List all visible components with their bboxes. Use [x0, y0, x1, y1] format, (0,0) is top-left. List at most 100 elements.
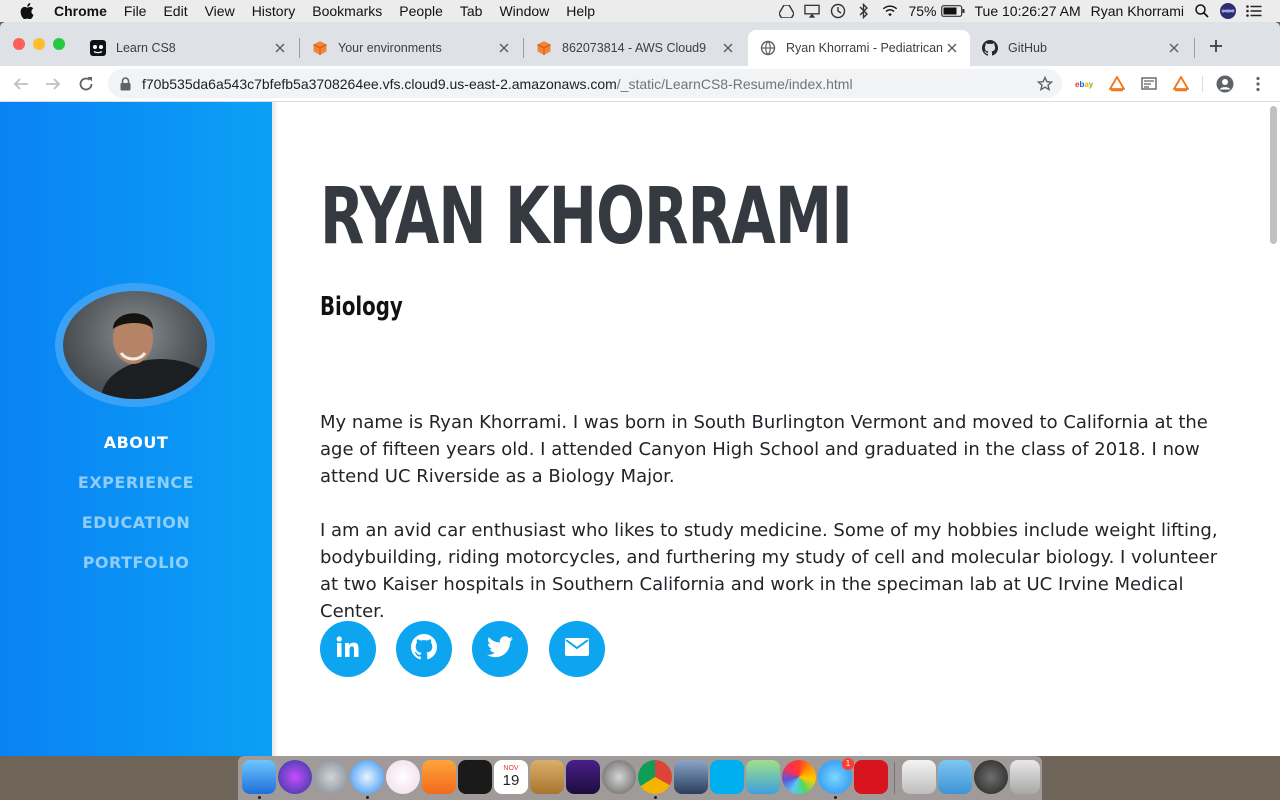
profile-photo: [63, 291, 207, 399]
reload-button[interactable]: [75, 73, 97, 95]
tab-ryan-khorrami[interactable]: Ryan Khorrami - Pediatrican: [748, 30, 970, 66]
airplay-icon[interactable]: [804, 3, 821, 19]
address-bar[interactable]: f70b535da6a543c7bfefb5a3708264ee.vfs.clo…: [108, 69, 1062, 98]
tab-title: Ryan Khorrami - Pediatrican: [786, 41, 944, 55]
menu-history[interactable]: History: [252, 3, 296, 19]
zoom-window-button[interactable]: [53, 38, 65, 50]
siri-icon[interactable]: [1220, 3, 1236, 19]
new-tab-button[interactable]: [1206, 36, 1226, 56]
ebay-extension-icon[interactable]: ebay: [1075, 74, 1095, 94]
notes-icon[interactable]: [530, 760, 564, 794]
lock-icon[interactable]: [120, 76, 134, 91]
preview-icon[interactable]: [902, 760, 936, 794]
forward-button[interactable]: [42, 73, 64, 95]
close-icon[interactable]: [944, 40, 960, 56]
minimize-window-button[interactable]: [33, 38, 45, 50]
menu-tab[interactable]: Tab: [460, 3, 483, 19]
close-icon[interactable]: [496, 40, 512, 56]
nav-about[interactable]: ABOUT: [0, 433, 272, 452]
honey-icon[interactable]: [1171, 74, 1191, 94]
reader-icon[interactable]: [1139, 74, 1159, 94]
close-icon[interactable]: [720, 40, 736, 56]
scrollbar[interactable]: [1265, 102, 1280, 756]
tab-aws-cloud9[interactable]: 862073814 - AWS Cloud9: [524, 30, 746, 66]
imovie-icon[interactable]: [566, 760, 600, 794]
safari-icon[interactable]: [350, 760, 384, 794]
menubar-clock[interactable]: Tue 10:26:27 AM: [975, 3, 1081, 19]
itunes-icon[interactable]: [386, 760, 420, 794]
launchpad-icon[interactable]: [314, 760, 348, 794]
twitter-button[interactable]: [472, 621, 528, 677]
messages-badge: 1: [842, 758, 854, 770]
skype-icon[interactable]: [710, 760, 744, 794]
globe-icon: [760, 40, 776, 56]
nav-experience[interactable]: EXPERIENCE: [0, 473, 272, 492]
github-icon: [982, 40, 998, 56]
close-icon[interactable]: [272, 40, 288, 56]
menu-view[interactable]: View: [205, 3, 235, 19]
google-drive-icon[interactable]: [778, 3, 794, 19]
about-paragraph: I am an avid car enthusiast who likes to…: [320, 520, 1218, 622]
close-icon[interactable]: [1166, 40, 1182, 56]
calendar-icon[interactable]: NOV 19: [494, 760, 528, 794]
notification-center-icon[interactable]: [1246, 3, 1262, 19]
battery-percent: 75%: [908, 3, 937, 19]
honey-icon[interactable]: [1107, 74, 1127, 94]
nav-education[interactable]: EDUCATION: [0, 513, 272, 532]
spotlight-search-icon[interactable]: [1194, 3, 1210, 19]
siri-icon[interactable]: [278, 760, 312, 794]
system-preferences-icon[interactable]: [602, 760, 636, 794]
menubar-user[interactable]: Ryan Khorrami: [1091, 3, 1184, 19]
linkedin-icon: [336, 636, 360, 662]
menu-file[interactable]: File: [124, 3, 147, 19]
github-button[interactable]: [396, 621, 452, 677]
battery-icon[interactable]: [940, 3, 965, 19]
about-paragraph: My name is Ryan Khorrami. I was born in …: [320, 412, 1208, 487]
chrome-icon[interactable]: [638, 760, 672, 794]
profile-avatar-icon[interactable]: [1215, 74, 1235, 94]
menu-bookmarks[interactable]: Bookmarks: [312, 3, 382, 19]
photos-icon[interactable]: [782, 760, 816, 794]
trash-icon[interactable]: [1010, 760, 1040, 794]
toolbar-divider: [1202, 76, 1203, 92]
linkedin-button[interactable]: [320, 621, 376, 677]
dock-divider: [894, 762, 895, 794]
email-button[interactable]: [549, 621, 605, 677]
finder-icon[interactable]: [242, 760, 276, 794]
tab-separator: [1194, 38, 1195, 58]
xcode-icon[interactable]: [674, 760, 708, 794]
menu-help[interactable]: Help: [566, 3, 595, 19]
menu-window[interactable]: Window: [499, 3, 549, 19]
menu-app-name[interactable]: Chrome: [54, 3, 107, 19]
close-window-button[interactable]: [13, 38, 25, 50]
nav-portfolio[interactable]: PORTFOLIO: [0, 553, 272, 572]
sidebar: ABOUT EXPERIENCE EDUCATION PORTFOLIO: [0, 102, 272, 756]
page-viewport: ABOUT EXPERIENCE EDUCATION PORTFOLIO RYA…: [0, 102, 1280, 756]
learncs8-icon: [90, 40, 106, 56]
time-machine-icon[interactable]: [830, 3, 846, 19]
dashboard-icon[interactable]: [458, 760, 492, 794]
chrome-menu-icon[interactable]: [1248, 74, 1268, 94]
tab-github[interactable]: GitHub: [970, 30, 1192, 66]
bookmark-star-icon[interactable]: [1036, 75, 1054, 93]
bluetooth-icon[interactable]: [856, 3, 872, 19]
tab-learn-cs8[interactable]: Learn CS8: [78, 30, 298, 66]
scrollbar-thumb[interactable]: [1270, 106, 1277, 244]
github-icon: [411, 634, 437, 664]
jetbrains-toolbox-icon[interactable]: [854, 760, 888, 794]
menu-people[interactable]: People: [399, 3, 443, 19]
ibooks-icon[interactable]: [422, 760, 456, 794]
menu-edit[interactable]: Edit: [163, 3, 187, 19]
downloads-folder-icon[interactable]: [938, 760, 972, 794]
tab-your-environments[interactable]: Your environments: [300, 30, 522, 66]
apple-icon[interactable]: [20, 2, 38, 20]
screenshot-app-icon[interactable]: [974, 760, 1008, 794]
sidebar-shadow: [272, 102, 278, 756]
svg-text:ebay: ebay: [1075, 80, 1094, 89]
browser-window: Learn CS8 Your environments 862073814 - …: [0, 22, 1280, 756]
maps-icon[interactable]: [746, 760, 780, 794]
back-button[interactable]: [10, 73, 32, 95]
wifi-icon[interactable]: [882, 3, 898, 19]
calendar-day: 19: [502, 772, 520, 789]
twitter-icon: [487, 636, 513, 662]
